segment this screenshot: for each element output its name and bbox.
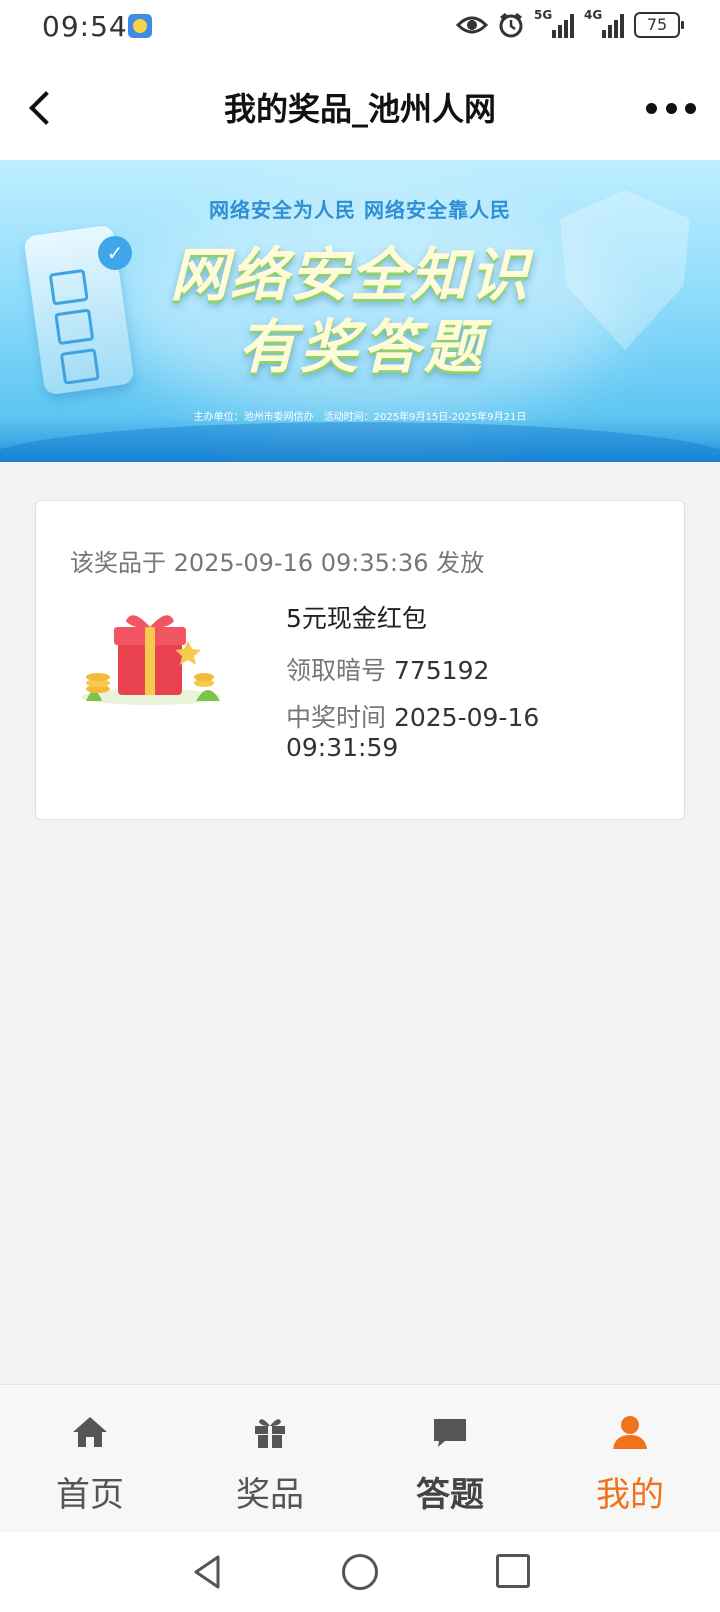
prize-win-time-label: 中奖时间 xyxy=(286,703,387,732)
signal-4g-label: 4G xyxy=(584,8,603,22)
tab-mine-label: 我的 xyxy=(596,1475,664,1515)
prize-code-row: 领取暗号 775192 xyxy=(286,651,489,687)
prize-card: 该奖品于 2025-09-16 09:35:36 发放 5元现金红包 领取暗号 … xyxy=(35,500,685,820)
battery-icon: 75 xyxy=(634,12,684,38)
tab-prizes-label: 奖品 xyxy=(236,1475,304,1515)
eye-icon xyxy=(456,16,488,34)
alarm-icon xyxy=(499,12,523,38)
checkbox-icon xyxy=(48,268,89,306)
tab-mine[interactable]: 我的 xyxy=(540,1385,720,1533)
gift-box-icon xyxy=(81,615,221,705)
prize-name: 5元现金红包 xyxy=(286,604,427,633)
app-header: 我的奖品_池州人网 xyxy=(0,56,720,160)
more-dot-icon xyxy=(665,102,677,114)
prize-code-label: 领取暗号 xyxy=(286,656,387,685)
weather-icon xyxy=(128,14,152,38)
system-nav-bar xyxy=(0,1532,720,1612)
nav-recents-icon[interactable] xyxy=(496,1554,530,1588)
banner-slogan: 网络安全为人民 网络安全靠人民 xyxy=(209,198,511,222)
tab-home[interactable]: 首页 xyxy=(0,1385,180,1533)
home-icon xyxy=(73,1417,107,1447)
banner-headline-2: 有奖答题 xyxy=(238,313,487,381)
prize-code-value: 775192 xyxy=(393,656,490,685)
signal-5g-icon: 5G xyxy=(534,8,574,38)
more-options-button[interactable] xyxy=(646,96,696,120)
tab-home-label: 首页 xyxy=(56,1475,124,1515)
checkbox-icon xyxy=(59,348,100,385)
more-dot-icon xyxy=(685,102,696,114)
page-title: 我的奖品_池州人网 xyxy=(223,90,496,128)
status-bar: 09:54 5G 4G 75 xyxy=(0,0,720,56)
gift-icon xyxy=(255,1419,285,1448)
user-icon xyxy=(613,1416,647,1449)
signal-4g-icon: 4G xyxy=(584,8,624,38)
prize-win-time-row: 中奖时间 2025-09-16 09:31:59 xyxy=(286,703,586,763)
prize-issued-text: 该奖品于 2025-09-16 09:35:36 发放 xyxy=(70,549,485,577)
nav-back-icon[interactable] xyxy=(188,1552,228,1592)
chat-icon xyxy=(434,1419,466,1447)
checkbox-icon xyxy=(54,308,95,346)
banner-wave xyxy=(0,422,720,462)
tab-prizes[interactable]: 奖品 xyxy=(180,1385,360,1533)
promo-banner[interactable]: ✓ 网络安全为人民 网络安全靠人民 网络安全知识 有奖答题 主办单位：池州市委网… xyxy=(0,160,720,462)
status-time: 09:54 xyxy=(42,10,128,43)
banner-info: 主办单位：池州市委网信办 活动时间：2025年9月15日-2025年9月21日 xyxy=(193,412,527,423)
tab-quiz-label: 答题 xyxy=(416,1475,484,1515)
signal-5g-label: 5G xyxy=(534,8,553,22)
nav-home-icon[interactable] xyxy=(342,1554,378,1590)
status-icons: 5G 4G 75 xyxy=(456,8,684,38)
tab-quiz[interactable]: 答题 xyxy=(360,1385,540,1533)
check-icon: ✓ xyxy=(98,236,132,270)
more-dot-icon xyxy=(646,102,657,114)
bottom-tab-bar: 首页 奖品 答题 我的 xyxy=(0,1384,720,1533)
